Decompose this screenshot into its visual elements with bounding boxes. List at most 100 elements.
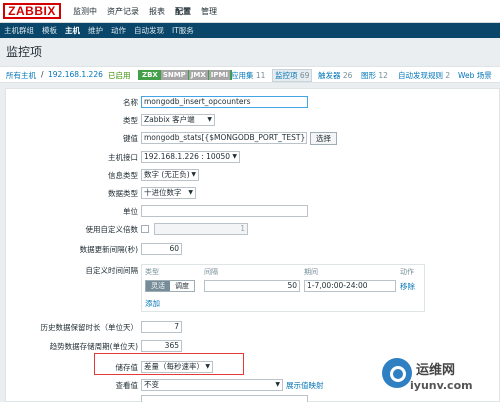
name-input[interactable]: mongodb_insert_opcounters <box>141 96 308 108</box>
units-label: 单位 <box>123 207 138 216</box>
data-type-label: 数据类型 <box>108 189 138 198</box>
graphs-label: 图形 <box>361 71 376 80</box>
availability-badges: ZBX SNMP JMX IPMI <box>138 70 233 80</box>
ci-type-toggle: 灵活 调度 <box>145 280 195 292</box>
store-value-select[interactable]: 差量（每秒速率） ▼ <box>141 361 213 373</box>
nav-monitoring[interactable]: 监测中 <box>68 0 102 23</box>
store-value-label: 储存值 <box>115 363 139 372</box>
watermark-cn: 运维网 <box>416 363 456 378</box>
type-select-value: Zabbix 客户端 <box>144 115 195 124</box>
nav-configuration[interactable]: 配置 <box>170 0 196 23</box>
select-key-button[interactable]: 选择 <box>310 132 337 145</box>
subnav-discovery[interactable]: 自动发现 <box>130 23 168 38</box>
breadcrumb-graphs[interactable]: 图形 12 <box>361 70 388 81</box>
chevron-down-icon: ▼ <box>232 153 237 160</box>
chevron-down-icon: ▼ <box>275 381 280 388</box>
update-interval-label: 数据更新间隔(秒) <box>79 245 138 254</box>
ci-type-scheduling[interactable]: 调度 <box>170 281 194 291</box>
value-map-link[interactable]: 展示值映射 <box>286 380 324 391</box>
breadcrumb: 所有主机 / 192.168.1.226 已启用 ZBX SNMP JMX IP… <box>0 66 500 83</box>
info-type-value: 数字 (无正负) <box>144 170 190 179</box>
store-value-value: 差量（每秒速率） <box>144 362 204 371</box>
subnav-it-services[interactable]: IT服务 <box>168 23 198 38</box>
ci-period-header: 期间 <box>304 268 318 276</box>
chevron-down-icon: ▼ <box>188 189 193 196</box>
nav-inventory[interactable]: 资产记录 <box>102 0 144 23</box>
jmx-badge: JMX <box>188 70 208 80</box>
watermark-logo-icon <box>382 358 412 388</box>
host-interface-value: 192.168.1.226 : 10050 <box>144 152 231 161</box>
main-nav: 监测中 资产记录 报表 配置 管理 <box>68 0 222 23</box>
chevron-down-icon: ▼ <box>207 116 212 123</box>
breadcrumb-triggers[interactable]: 触发器 26 <box>318 70 352 81</box>
name-label: 名称 <box>123 98 138 107</box>
trends-input[interactable]: 365 <box>141 340 182 352</box>
multiplier-checkbox[interactable] <box>141 225 149 233</box>
next-field-input[interactable] <box>141 395 308 402</box>
info-type-select[interactable]: 数字 (无正负) ▼ <box>141 169 199 181</box>
subnav-actions[interactable]: 动作 <box>107 23 130 38</box>
ci-interval-input[interactable]: 50 <box>204 280 300 292</box>
show-value-select[interactable]: 不变 ▼ <box>141 379 283 391</box>
data-type-select[interactable]: 十进位数字 ▼ <box>141 187 196 199</box>
graphs-count: 12 <box>378 71 388 80</box>
history-label: 历史数据保留时长（单位天） <box>40 323 139 332</box>
update-interval-input[interactable]: 60 <box>141 243 182 255</box>
zabbix-logo[interactable]: ZABBIX <box>3 3 61 19</box>
multiplier-label: 使用自定义倍数 <box>85 225 139 234</box>
applications-label: 应用集 <box>231 71 254 80</box>
items-count: 69 <box>299 71 310 80</box>
units-input[interactable] <box>141 205 308 217</box>
triggers-count: 26 <box>342 71 353 80</box>
page-title: 监控项 <box>6 45 43 59</box>
host-interface-select[interactable]: 192.168.1.226 : 10050 ▼ <box>141 151 240 163</box>
ci-type-header: 类型 <box>145 268 159 276</box>
nav-reports[interactable]: 报表 <box>144 0 170 23</box>
type-select[interactable]: Zabbix 客户端 ▼ <box>141 114 215 126</box>
zbx-badge: ZBX <box>142 71 158 79</box>
key-input[interactable]: mongodb_stats[{$MONGODB_PORT_TEST},op <box>141 132 307 144</box>
custom-intervals-label: 自定义时间间隔 <box>85 266 139 275</box>
key-label: 键值 <box>123 134 138 143</box>
discovery-rules-count: 2 <box>445 71 451 80</box>
items-label: 监控项 <box>275 71 298 80</box>
multiplier-input[interactable]: 1 <box>154 223 248 235</box>
data-type-value: 十进位数字 <box>144 188 182 197</box>
snmp-badge: SNMP <box>160 70 188 80</box>
breadcrumb-discovery-rules[interactable]: 自动发现规则 2 <box>398 70 450 81</box>
custom-intervals-table: 类型 间隔 期间 动作 灵活 调度 50 1-7,00:00-24:00 移除 … <box>141 264 425 312</box>
sub-nav: 主机群组 模板 主机 维护 动作 自动发现 IT服务 <box>0 23 500 38</box>
show-value-label: 查看值 <box>115 381 139 390</box>
ci-remove-link[interactable]: 移除 <box>400 281 415 292</box>
discovery-rules-label: 自动发现规则 <box>398 71 443 80</box>
breadcrumb-separator: / <box>41 70 44 79</box>
top-bar: ZABBIX 监测中 资产记录 报表 配置 管理 <box>0 0 500 23</box>
applications-count: 11 <box>255 71 266 80</box>
breadcrumb-all-hosts[interactable]: 所有主机 <box>6 70 36 81</box>
triggers-label: 触发器 <box>318 71 341 80</box>
show-value-value: 不变 <box>144 380 159 389</box>
host-interface-label: 主机接口 <box>108 153 138 162</box>
breadcrumb-applications[interactable]: 应用集 11 <box>231 70 265 81</box>
host-status[interactable]: 已启用 <box>108 70 131 81</box>
breadcrumb-items[interactable]: 监控项 69 <box>272 69 313 82</box>
chevron-down-icon: ▼ <box>191 171 196 178</box>
nav-administration[interactable]: 管理 <box>196 0 222 23</box>
watermark: 运维网 iyunv.com <box>380 355 495 399</box>
history-input[interactable]: 7 <box>141 321 182 333</box>
trends-label: 趋势数据存储周期(单位天) <box>49 342 138 351</box>
ci-type-flexible[interactable]: 灵活 <box>146 281 170 291</box>
subnav-host-groups[interactable]: 主机群组 <box>0 23 38 38</box>
breadcrumb-host[interactable]: 192.168.1.226 <box>48 70 103 79</box>
breadcrumb-web-scenarios[interactable]: Web 场景 <box>458 70 492 81</box>
ci-add-link[interactable]: 添加 <box>145 298 160 309</box>
ipmi-badge: IPMI <box>208 70 231 80</box>
subnav-templates[interactable]: 模板 <box>38 23 61 38</box>
type-label: 类型 <box>123 116 138 125</box>
subnav-hosts[interactable]: 主机 <box>61 23 84 38</box>
watermark-en: iyunv.com <box>410 379 473 392</box>
ci-action-header: 动作 <box>400 268 414 276</box>
ci-period-input[interactable]: 1-7,00:00-24:00 <box>304 280 396 292</box>
subnav-maintenance[interactable]: 维护 <box>84 23 107 38</box>
ci-interval-header: 间隔 <box>204 268 218 276</box>
